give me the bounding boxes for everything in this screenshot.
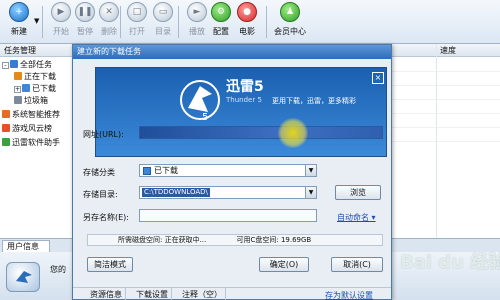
saveas-input[interactable] bbox=[139, 209, 317, 222]
collapse-toggle-icon[interactable]: - bbox=[2, 62, 9, 69]
new-download-dialog: 建立新的下载任务 5 迅雷5 Thunder 5 更用下载，迅雷，更多精彩 × … bbox=[72, 44, 392, 300]
tree-item-game-chart[interactable]: 游戏风云榜 bbox=[2, 123, 52, 135]
url-input[interactable] bbox=[139, 126, 383, 139]
pause-icon: ❚❚ bbox=[75, 2, 95, 22]
config-icon: ⚙ bbox=[211, 2, 231, 22]
chevron-down-icon[interactable]: ▼ bbox=[305, 165, 316, 176]
game-chart-icon bbox=[2, 124, 10, 132]
tree-item-downloading[interactable]: 正在下载 bbox=[14, 71, 56, 83]
new-label: 新建 bbox=[11, 27, 27, 36]
vip-center-button[interactable]: ♟ 会员中心 bbox=[270, 2, 310, 42]
column-speed[interactable]: 速度 bbox=[440, 44, 456, 57]
task-tree: - 全部任务 正在下载 + 已下载 垃圾箱 系统智能推荐 游戏风云榜 迅雷软件助手 bbox=[0, 57, 76, 238]
user-info-text: 您的 bbox=[50, 265, 66, 274]
thunder-banner: 5 迅雷5 Thunder 5 更用下载，迅雷，更多精彩 × bbox=[95, 67, 387, 157]
downloaded-icon bbox=[22, 84, 30, 92]
toolbar-separator bbox=[266, 6, 267, 38]
baidu-watermark: Bai du 经验 bbox=[400, 252, 500, 273]
expand-toggle-icon[interactable]: + bbox=[14, 86, 21, 93]
software-helper-icon bbox=[2, 138, 10, 146]
new-icon: + bbox=[9, 2, 29, 22]
folder-button[interactable]: ▭ 目录 bbox=[148, 2, 178, 42]
cancel-button[interactable]: 取消(C) bbox=[331, 257, 383, 272]
thunder-bird-icon bbox=[16, 271, 32, 283]
auto-name-link[interactable]: 自动命名 ▾ bbox=[337, 212, 376, 223]
trash-icon bbox=[14, 96, 22, 104]
tree-item-downloaded[interactable]: + 已下载 bbox=[14, 83, 56, 95]
movie-icon: ● bbox=[237, 2, 257, 22]
open-icon: □ bbox=[127, 2, 147, 22]
free-space-text: 可用C盘空间: 19.69GB bbox=[236, 236, 312, 244]
tab-resource-info[interactable]: 资源信息 bbox=[87, 288, 126, 300]
movie-button[interactable]: ● 电影 bbox=[232, 2, 262, 42]
avatar[interactable] bbox=[6, 262, 40, 292]
tree-item-all-tasks[interactable]: - 全部任务 bbox=[2, 59, 52, 71]
play-icon: ▶ bbox=[51, 2, 71, 22]
task-manager-header: 任务管理 bbox=[0, 44, 76, 57]
chevron-down-icon[interactable]: ▼ bbox=[305, 187, 316, 198]
banner-subtitle: Thunder 5 bbox=[226, 96, 262, 104]
new-button[interactable]: + 新建 bbox=[4, 2, 34, 42]
svg-text:5: 5 bbox=[202, 112, 208, 122]
url-label: 网址(URL): bbox=[83, 130, 124, 139]
dir-label: 存储目录: bbox=[83, 190, 118, 199]
tree-item-software-helper[interactable]: 迅雷软件助手 bbox=[2, 137, 60, 149]
dialog-title: 建立新的下载任务 bbox=[73, 45, 391, 59]
simple-mode-button[interactable]: 简洁模式 bbox=[87, 257, 133, 272]
category-icon bbox=[143, 167, 151, 175]
toolbar-separator bbox=[178, 6, 179, 38]
banner-close-icon[interactable]: × bbox=[372, 72, 384, 84]
category-label: 存储分类 bbox=[83, 168, 115, 177]
column-divider bbox=[436, 44, 437, 238]
ok-button[interactable]: 确定(O) bbox=[259, 257, 309, 272]
banner-title: 迅雷5 bbox=[226, 79, 264, 95]
vip-icon: ♟ bbox=[280, 2, 300, 22]
cursor-highlight bbox=[278, 118, 308, 148]
tab-download-settings[interactable]: 下载设置 bbox=[133, 288, 172, 300]
all-tasks-icon bbox=[10, 60, 18, 68]
folder-icon: ▭ bbox=[153, 2, 173, 22]
category-select[interactable]: 已下载 ▼ bbox=[139, 164, 317, 177]
recommend-icon bbox=[2, 110, 10, 118]
banner-slogan: 更用下载，迅雷，更多精彩 bbox=[272, 97, 356, 105]
tree-item-recommend[interactable]: 系统智能推荐 bbox=[2, 109, 60, 121]
toolbar-separator bbox=[120, 6, 121, 38]
disk-info-strip: 所需磁盘空间: 正在获取中... 可用C盘空间: 19.69GB bbox=[87, 234, 383, 246]
main-toolbar: + 新建 ▼ ▶ 开始 ❚❚ 暂停 ✕ 删除 □ 打开 ▭ 目录 ► 播放 ⚙ … bbox=[0, 0, 500, 44]
browse-button[interactable]: 浏览 bbox=[335, 185, 381, 200]
thunder-logo-icon: 5 bbox=[180, 80, 220, 122]
toolbar-separator bbox=[42, 6, 43, 38]
dir-select[interactable]: C:\TDDOWNLOAD\ ▼ bbox=[139, 186, 317, 199]
play-media-icon: ► bbox=[187, 2, 207, 22]
dialog-tabs: 资源信息 下载设置 注释（空） 存为默认设置 bbox=[73, 287, 391, 300]
required-space-text: 所需磁盘空间: 正在获取中... bbox=[118, 236, 207, 244]
downloading-icon bbox=[14, 72, 22, 80]
tree-item-trash[interactable]: 垃圾箱 bbox=[14, 95, 48, 107]
tab-notes[interactable]: 注释（空） bbox=[179, 288, 226, 300]
save-default-link[interactable]: 存为默认设置 bbox=[325, 290, 373, 300]
delete-icon: ✕ bbox=[99, 2, 119, 22]
saveas-label: 另存名称(E): bbox=[83, 213, 129, 222]
new-dropdown-arrow-icon[interactable]: ▼ bbox=[34, 17, 39, 25]
